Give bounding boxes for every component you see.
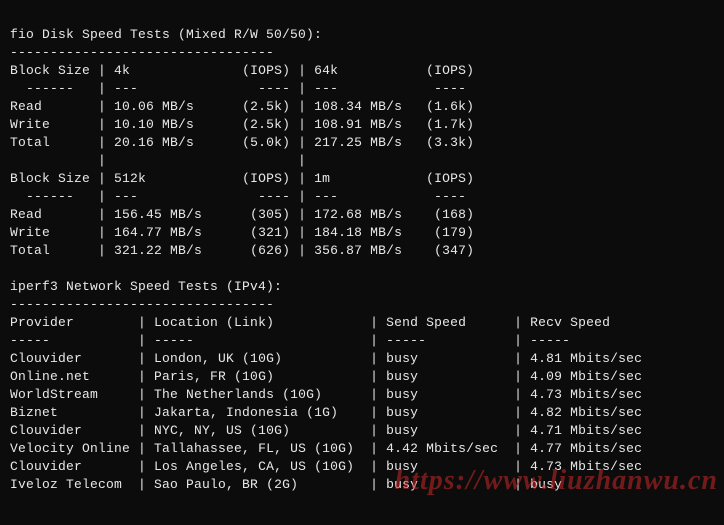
fio-subheader-row-2: ------ | --- ---- | --- ---- <box>10 189 474 204</box>
fio-spacer-1: | | <box>10 153 474 168</box>
fio-row-write-1: Write | 10.10 MB/s (2.5k) | 108.91 MB/s … <box>10 117 474 132</box>
iperf-header-row: Provider | Location (Link) | Send Speed … <box>10 315 610 330</box>
fio-divider: --------------------------------- <box>10 45 274 60</box>
fio-row-write-2: Write | 164.77 MB/s (321) | 184.18 MB/s … <box>10 225 474 240</box>
iperf-subheader-row: ----- | ----- | ----- | ----- <box>10 333 570 348</box>
iperf-row: Biznet | Jakarta, Indonesia (1G) | busy … <box>10 405 642 420</box>
fio-row-read-1: Read | 10.06 MB/s (2.5k) | 108.34 MB/s (… <box>10 99 474 114</box>
fio-title: fio Disk Speed Tests (Mixed R/W 50/50): <box>10 27 322 42</box>
fio-row-total-1: Total | 20.16 MB/s (5.0k) | 217.25 MB/s … <box>10 135 474 150</box>
iperf-row: Online.net | Paris, FR (10G) | busy | 4.… <box>10 369 642 384</box>
iperf-row: Velocity Online | Tallahassee, FL, US (1… <box>10 441 642 456</box>
fio-subheader-row-1: ------ | --- ---- | --- ---- <box>10 81 474 96</box>
iperf-row: Iveloz Telecom | Sao Paulo, BR (2G) | bu… <box>10 477 562 492</box>
iperf-title: iperf3 Network Speed Tests (IPv4): <box>10 279 282 294</box>
iperf-row: Clouvider | NYC, NY, US (10G) | busy | 4… <box>10 423 642 438</box>
iperf-row: Clouvider | Los Angeles, CA, US (10G) | … <box>10 459 642 474</box>
iperf-row: Clouvider | London, UK (10G) | busy | 4.… <box>10 351 642 366</box>
fio-header-row-2: Block Size | 512k (IOPS) | 1m (IOPS) <box>10 171 474 186</box>
terminal-output: fio Disk Speed Tests (Mixed R/W 50/50): … <box>0 0 724 502</box>
iperf-row: WorldStream | The Netherlands (10G) | bu… <box>10 387 642 402</box>
fio-header-row-1: Block Size | 4k (IOPS) | 64k (IOPS) <box>10 63 474 78</box>
fio-row-read-2: Read | 156.45 MB/s (305) | 172.68 MB/s (… <box>10 207 474 222</box>
fio-row-total-2: Total | 321.22 MB/s (626) | 356.87 MB/s … <box>10 243 474 258</box>
iperf-divider: --------------------------------- <box>10 297 274 312</box>
